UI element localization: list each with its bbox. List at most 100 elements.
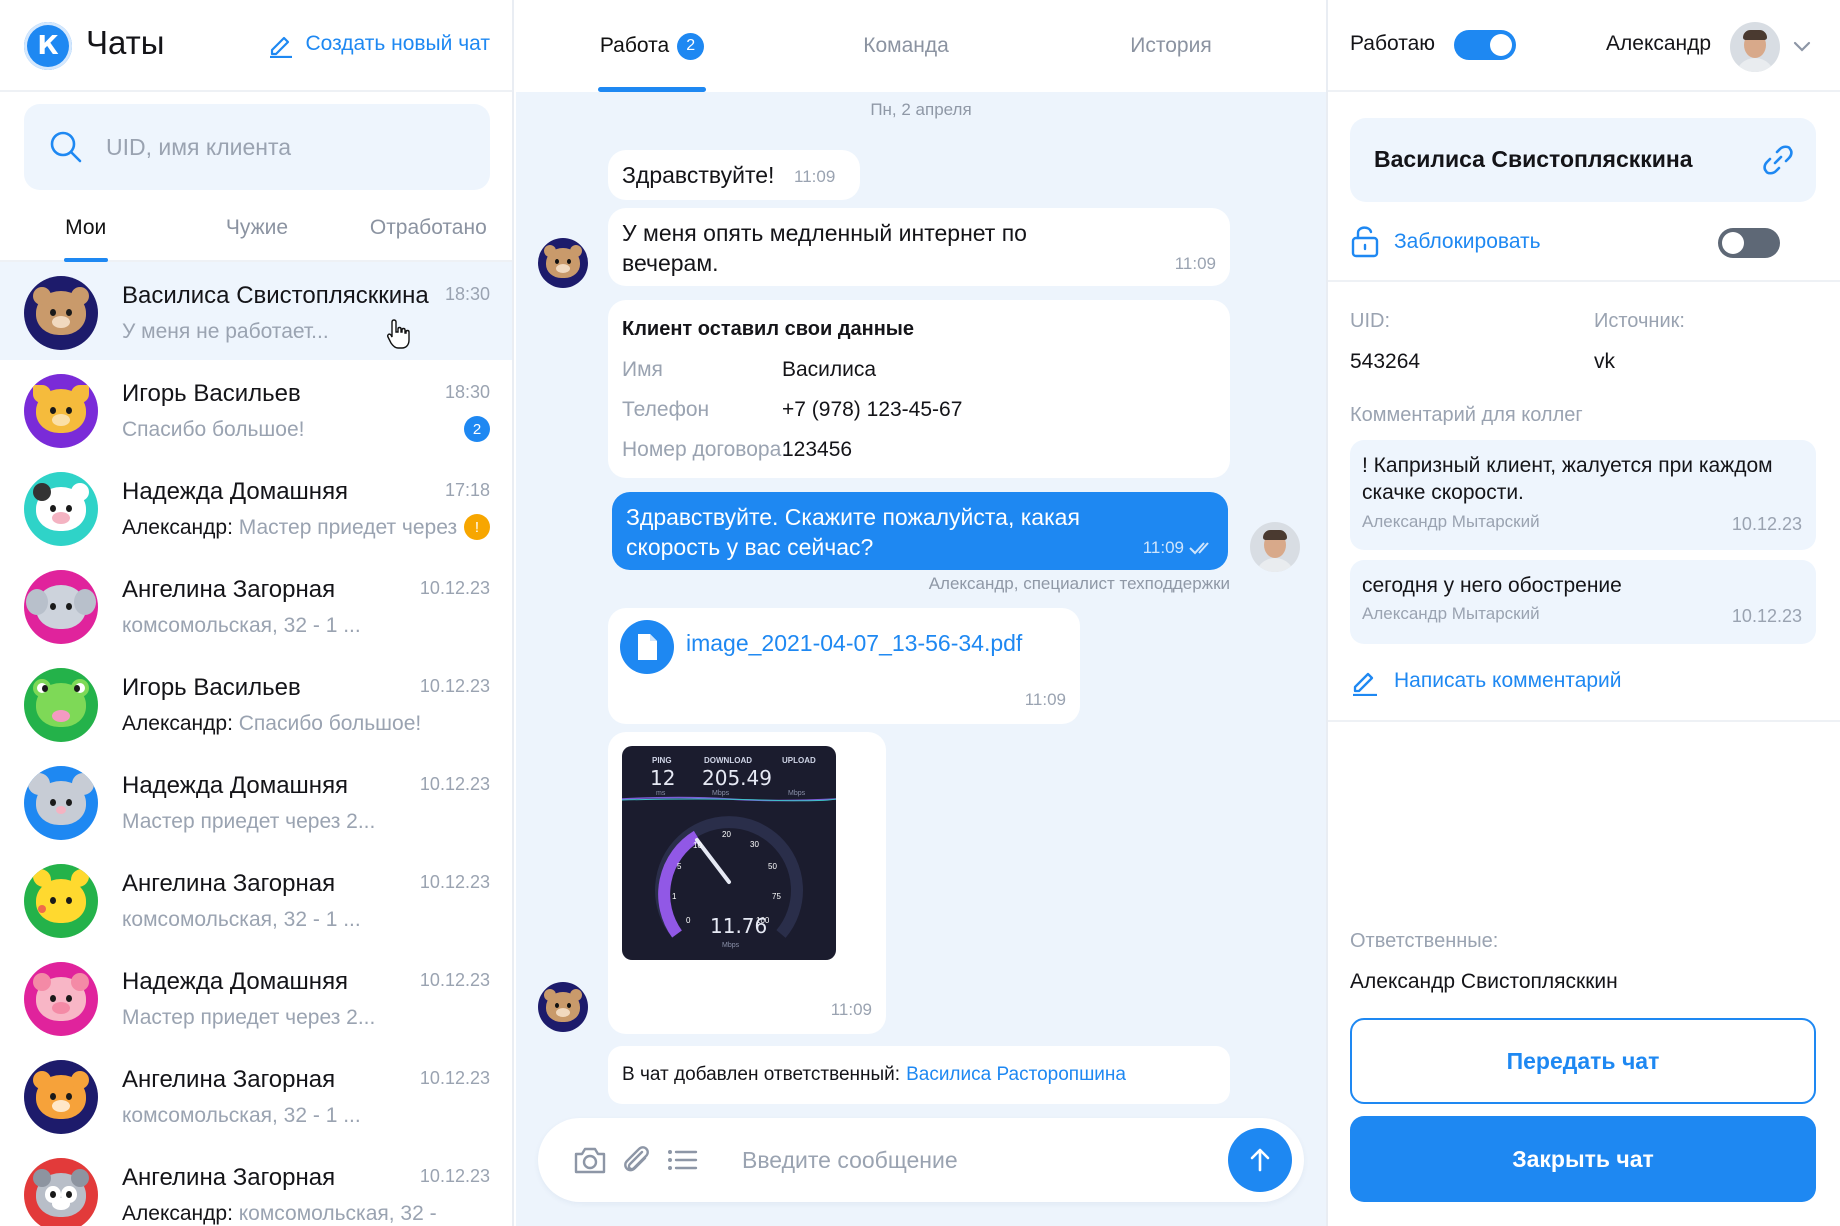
- operator-avatar: [1250, 522, 1300, 572]
- tab-team[interactable]: Команда: [846, 0, 966, 92]
- file-attachment[interactable]: image_2021-04-07_13-56-34.pdf 11:09: [608, 608, 1080, 724]
- chat-item[interactable]: Надежда Домашняя 17:18 Александр: Мастер…: [0, 458, 512, 556]
- divider: [1328, 280, 1840, 282]
- card-title: Клиент оставил свои данные: [622, 318, 915, 340]
- image-message[interactable]: PING 12 ms DOWNLOAD 205.49 Mbps UPLOAD M…: [608, 732, 886, 1034]
- outgoing-message: Здравствуйте. Скажите пожалуйста, какая с…: [612, 492, 1228, 570]
- left-header: К Чаты Создать новый чат: [0, 0, 512, 92]
- comment-author: Александр Мытарский: [1362, 512, 1540, 531]
- mouse-avatar: [24, 766, 98, 840]
- pencil-icon: [1353, 672, 1377, 696]
- message-time: 11:09: [830, 1000, 872, 1019]
- chat-item[interactable]: Ангелина Загорная 10.12.23 Александр: ко…: [0, 1144, 512, 1226]
- client-info-panel: Работаю Александр Василиса Свистопляскки…: [1326, 0, 1840, 1226]
- chat-list: Василиса Свистоплясккина 18:30 У меня не…: [0, 262, 512, 1226]
- sender-caption: Александр, специалист техподдержки: [928, 574, 1230, 593]
- block-toggle[interactable]: [1718, 228, 1780, 258]
- file-name-link[interactable]: image_2021-04-07_13-56-34.pdf: [686, 630, 1022, 657]
- message-time: 11:09: [1174, 254, 1216, 273]
- working-toggle[interactable]: [1454, 30, 1516, 60]
- message-time: 11:09: [794, 167, 836, 186]
- transfer-chat-button[interactable]: Передать чат: [1350, 1018, 1816, 1104]
- comment-card: сегодня у него обострение Александр Мыта…: [1350, 560, 1816, 644]
- chat-preview: Александр: комсомольская, 32 -: [122, 1202, 437, 1225]
- chat-time: 10.12.23: [419, 578, 490, 598]
- source-label: Источник:: [1594, 310, 1685, 332]
- chat-name: Ангелина Загорная: [122, 870, 336, 897]
- tab-work-label: Работа: [599, 34, 670, 57]
- chat-name: Игорь Васильев: [122, 380, 301, 407]
- tab-work-badge: 2: [677, 32, 705, 60]
- cow-avatar: [24, 472, 98, 546]
- block-link[interactable]: Заблокировать: [1394, 230, 1541, 254]
- chat-time: 10.12.23: [419, 774, 490, 794]
- tab-done[interactable]: Отработано: [343, 196, 512, 260]
- camera-icon[interactable]: [572, 1142, 608, 1178]
- incoming-message: Здравствуйте! 11:09: [608, 150, 860, 200]
- logo-letter: К: [37, 31, 59, 61]
- user-avatar[interactable]: [1730, 22, 1780, 72]
- comment-card: ! Капризный клиент, жалуется при каждом с…: [1350, 440, 1816, 550]
- new-chat-label: Создать новый чат: [305, 32, 490, 55]
- responsible-value: Александр Свистоплясккин: [1350, 970, 1618, 993]
- client-avatar: [538, 982, 588, 1032]
- chat-name: Игорь Васильев: [122, 674, 301, 701]
- system-message: В чат добавлен ответственный: Василиса Р…: [608, 1046, 1230, 1104]
- comment-author: Александр Мытарский: [1362, 604, 1540, 623]
- uid-label: UID:: [1350, 310, 1390, 332]
- uid-value: 543264: [1350, 350, 1421, 373]
- message-input[interactable]: [742, 1140, 1182, 1180]
- search-icon: [50, 131, 82, 163]
- chat-time: 18:30: [444, 284, 490, 304]
- conversation-panel: Работа 2 Команда История Пн, 2 апреля Зд…: [516, 0, 1326, 1226]
- document-icon: [620, 620, 674, 674]
- close-chat-button[interactable]: Закрыть чат: [1350, 1116, 1816, 1202]
- chat-item[interactable]: Ангелина Загорная 10.12.23 комсомольская…: [0, 850, 512, 948]
- chat-item[interactable]: Василиса Свистоплясккина 18:30 У меня не…: [0, 262, 512, 360]
- chat-time: 10.12.23: [419, 872, 490, 892]
- responsible-link[interactable]: Василиса Расторопшина: [906, 1064, 1126, 1086]
- message-text: У меня опять медленный интернет по вечера…: [622, 220, 1027, 276]
- tab-history[interactable]: История: [1116, 0, 1226, 92]
- new-chat-button[interactable]: Создать новый чат: [267, 30, 490, 58]
- chat-time: 10.12.23: [419, 676, 490, 696]
- chat-item[interactable]: Ангелина Загорная 10.12.23 комсомольская…: [0, 556, 512, 654]
- chat-name: Василиса Свистоплясккина: [122, 282, 429, 309]
- date-separator: Пн, 2 апреля: [870, 100, 972, 119]
- frog-avatar: [24, 668, 98, 742]
- tab-work[interactable]: Работа 2: [598, 0, 706, 92]
- search-input[interactable]: [106, 133, 466, 161]
- read-checkmarks-icon: [1189, 542, 1209, 555]
- client-name-card: Василиса Свистоплясккина: [1350, 118, 1816, 202]
- message-text: Здравствуйте. Скажите пожалуйста, какая с…: [626, 504, 1080, 560]
- alert-badge: !: [464, 514, 490, 540]
- message-time: 11:09: [1024, 690, 1066, 709]
- write-comment-button[interactable]: Написать комментарий: [1350, 666, 1622, 696]
- status-label: Работаю: [1350, 32, 1436, 55]
- app-title: Чаты: [86, 24, 165, 61]
- search-box[interactable]: [24, 104, 490, 190]
- bear-avatar: [24, 276, 98, 350]
- current-user-name[interactable]: Александр: [1606, 32, 1711, 56]
- chat-name: Ангелина Загорная: [122, 1066, 336, 1093]
- speedtest-screenshot[interactable]: PING 12 ms DOWNLOAD 205.49 Mbps UPLOAD M…: [622, 746, 836, 960]
- chat-item[interactable]: Надежда Домашняя 10.12.23 Мастер приедет…: [0, 752, 512, 850]
- send-button[interactable]: [1228, 1128, 1292, 1192]
- paperclip-icon[interactable]: [618, 1142, 654, 1178]
- chat-item[interactable]: Игорь Васильев 18:30 Спасибо большое! 2: [0, 360, 512, 458]
- chat-item[interactable]: Игорь Васильев 10.12.23 Александр: Спаси…: [0, 654, 512, 752]
- chat-name: Ангелина Загорная: [122, 1164, 336, 1191]
- conversation-tabs: Работа 2 Команда История: [516, 0, 1326, 92]
- client-data-card: Клиент оставил свои данные Имя Василиса Т…: [608, 300, 1230, 478]
- chevron-down-icon[interactable]: [1792, 36, 1812, 56]
- chat-list-panel: К Чаты Создать новый чат Мои Чужие Отраб…: [0, 0, 514, 1226]
- client-avatar: [538, 238, 588, 288]
- tab-others[interactable]: Чужие: [171, 196, 342, 260]
- arrow-up-icon: [1250, 1148, 1270, 1172]
- chat-item[interactable]: Ангелина Загорная 10.12.23 комсомольская…: [0, 1046, 512, 1144]
- unread-badge: 2: [464, 416, 490, 442]
- link-icon[interactable]: [1760, 142, 1796, 178]
- chat-item[interactable]: Надежда Домашняя 10.12.23 Мастер приедет…: [0, 948, 512, 1046]
- tab-mine[interactable]: Мои: [0, 196, 171, 260]
- list-icon[interactable]: [664, 1142, 700, 1178]
